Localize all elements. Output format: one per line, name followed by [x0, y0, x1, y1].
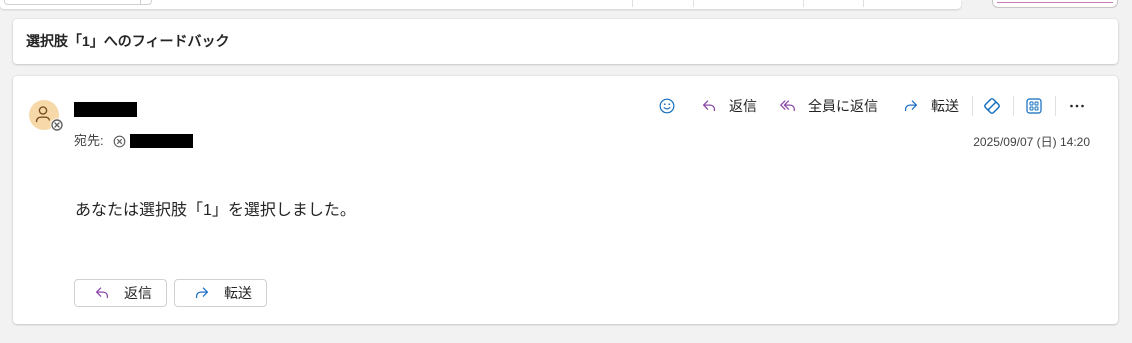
forward-icon [195, 287, 209, 299]
reply-all-button[interactable]: 全員に返信 [779, 95, 878, 117]
forward-icon [904, 100, 918, 112]
toolbar-divider [972, 96, 973, 116]
recipient-name-redacted[interactable] [130, 134, 193, 148]
reply-label: 返信 [729, 98, 757, 114]
top-right-control-partial[interactable] [992, 0, 1118, 8]
subject-title: 選択肢「1」へのフィードバック [26, 33, 230, 49]
toolbar-divider [803, 0, 804, 7]
control-accent-line [997, 2, 1113, 3]
sender-name-redacted[interactable] [74, 102, 137, 117]
reply-button[interactable]: 返信 [700, 95, 757, 117]
top-left-control-partial[interactable] [4, 0, 152, 5]
forward-label: 転送 [931, 98, 959, 114]
quick-forward-label: 転送 [224, 285, 252, 301]
toolbar-divider [693, 0, 694, 7]
more-icon[interactable] [1069, 98, 1085, 114]
subject-card: 選択肢「1」へのフィードバック [13, 19, 1118, 64]
quick-reply-label: 返信 [124, 285, 152, 301]
control-divider [140, 0, 141, 4]
reply-icon [702, 100, 716, 112]
reply-icon [95, 287, 109, 299]
toolbar-divider [1013, 96, 1014, 116]
message-card: 宛先: 返信 全員に返信 転送 2025/09/07 (日) 14:20 あなた… [13, 76, 1118, 324]
blocked-badge-icon [50, 118, 64, 132]
recipient-label: 宛先: [74, 133, 104, 148]
quick-forward-button[interactable]: 転送 [174, 279, 267, 307]
reply-all-icon [780, 100, 795, 112]
message-body: あなたは選択肢「1」を選択しました。 [75, 202, 356, 219]
avatar[interactable] [29, 100, 64, 132]
apps-icon[interactable] [1026, 98, 1042, 114]
top-toolbar-partial [0, 0, 961, 9]
toolbar-divider [863, 0, 864, 7]
blocked-status-icon [113, 135, 126, 148]
message-date: 2025/09/07 (日) 14:20 [973, 135, 1090, 149]
forward-button[interactable]: 転送 [902, 95, 959, 117]
smiley-icon[interactable] [658, 97, 676, 115]
loop-icon[interactable] [982, 96, 1002, 116]
toolbar-divider [1055, 96, 1056, 116]
toolbar-divider [632, 0, 633, 7]
quick-reply-button[interactable]: 返信 [74, 279, 167, 307]
reply-all-label: 全員に返信 [808, 98, 878, 114]
